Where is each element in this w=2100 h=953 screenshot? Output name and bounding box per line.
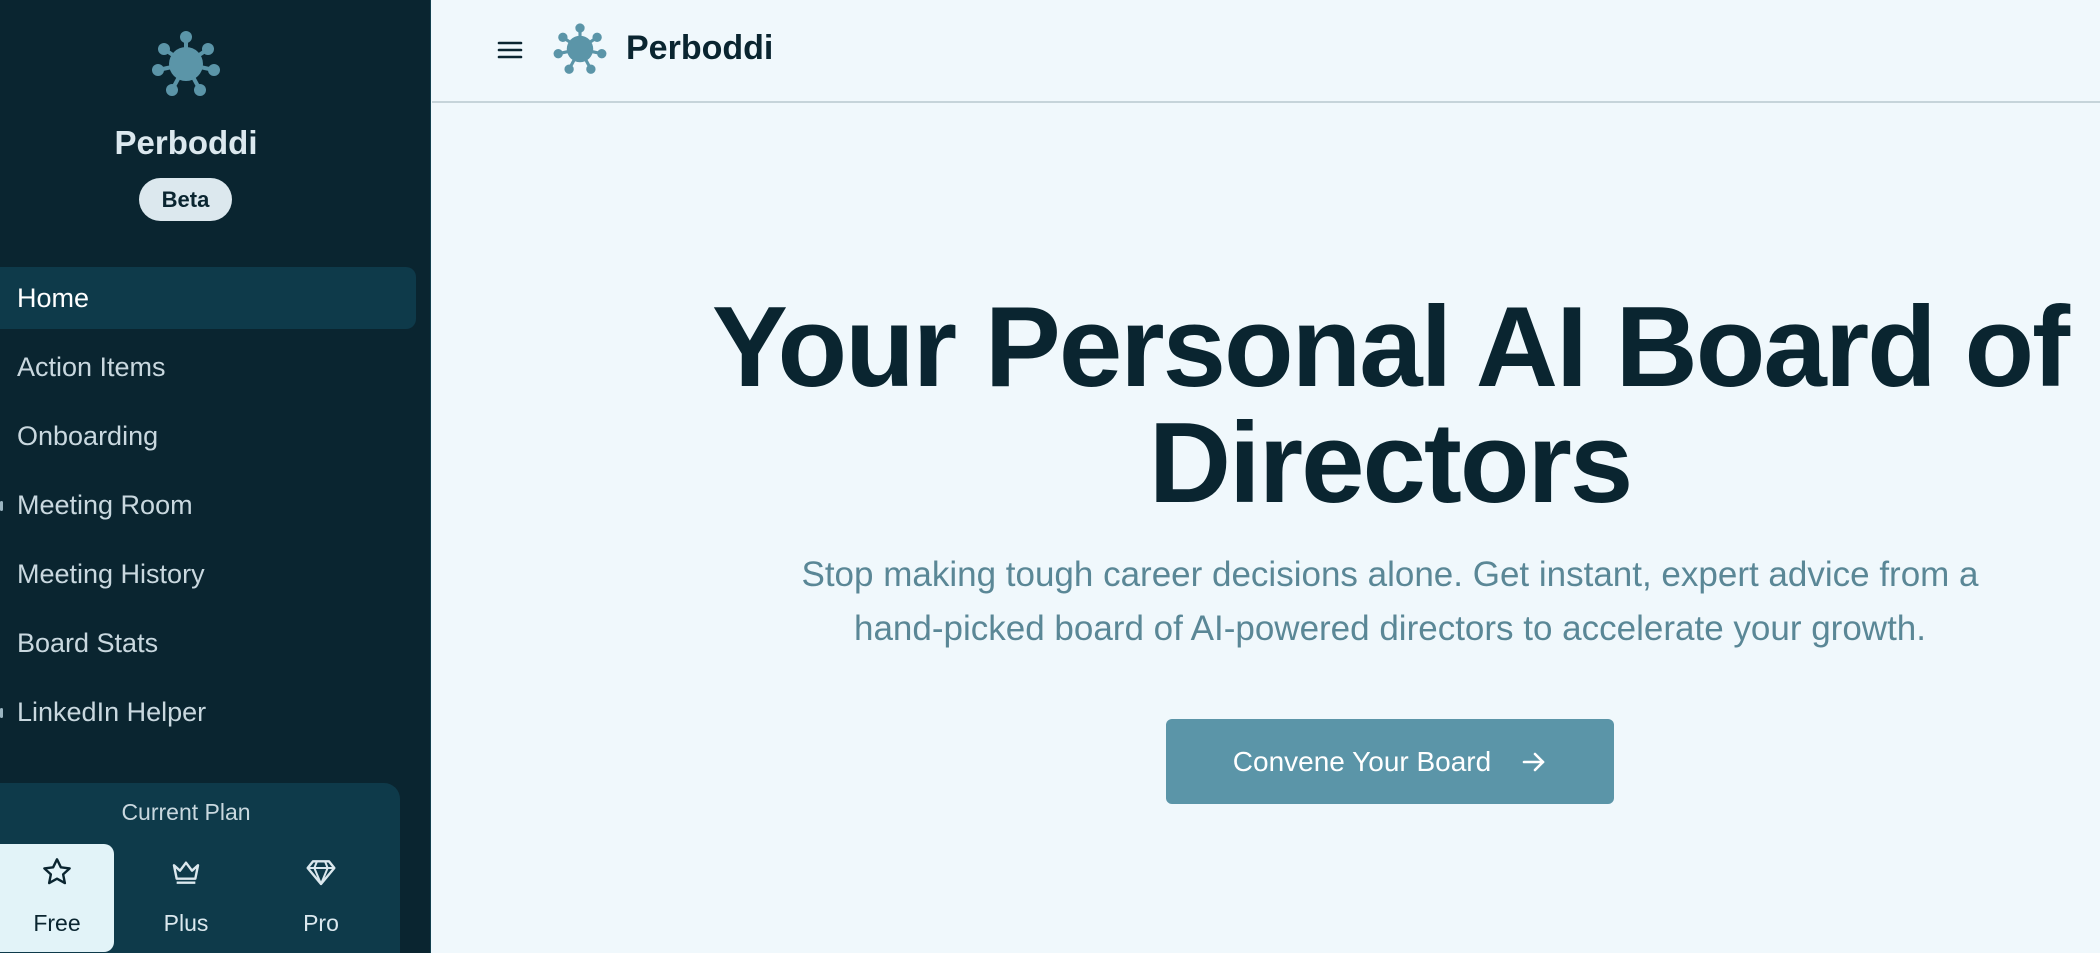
hero-subtitle: Stop making tough career decisions alone… — [740, 548, 2040, 656]
sidebar-item-onboarding[interactable]: Onboarding — [0, 405, 416, 467]
sidebar-item-label: Meeting Room — [17, 489, 193, 520]
sidebar-item-label: LinkedIn Helper — [17, 696, 207, 727]
hero-subtitle-line-1: Stop making tough career decisions alone… — [801, 555, 1979, 594]
sidebar-nav: Home Action Items Onboarding Meeting Roo… — [0, 267, 416, 750]
sidebar-item-meeting-history[interactable]: Meeting History — [0, 543, 416, 605]
hero-title-line-1: Your Personal AI Board of — [711, 284, 2070, 411]
hero-title-line-2: Directors — [1148, 400, 1634, 527]
convene-board-button[interactable]: Convene Your Board — [1166, 719, 1614, 804]
plan-option-label: Pro — [303, 910, 339, 936]
hamburger-menu-icon[interactable] — [492, 34, 528, 66]
sidebar-item-label: Action Items — [17, 351, 166, 382]
plan-option-label: Free — [33, 910, 81, 936]
beta-badge: Beta — [139, 178, 232, 221]
sidebar-item-home[interactable]: Home — [0, 267, 416, 329]
diamond-icon — [306, 860, 336, 886]
crown-icon — [172, 861, 200, 884]
sidebar-item-linkedin-helper[interactable]: LinkedIn Helper — [0, 681, 416, 743]
sidebar-item-action-items[interactable]: Action Items — [0, 336, 416, 398]
top-bar: Perboddi — [432, 0, 2100, 103]
brand-logo-icon — [152, 31, 220, 96]
sidebar-item-label: Home — [17, 282, 90, 313]
sidebar-brand-name: Perboddi — [114, 124, 258, 161]
sidebar-item-board-stats[interactable]: Board Stats — [0, 612, 416, 674]
plan-option-pro[interactable]: Pro — [264, 844, 378, 952]
brand-logo-icon — [553, 23, 607, 74]
convene-board-button-label: Convene Your Board — [1232, 745, 1492, 777]
sidebar-item-label: Board Stats — [17, 627, 159, 658]
current-plan-panel: Current Plan Free Plus Pro — [0, 783, 400, 953]
nav-edge-marker — [0, 501, 3, 511]
sidebar-item-meeting-room[interactable]: Meeting Room — [0, 474, 416, 536]
current-plan-title: Current Plan — [121, 799, 251, 825]
arrow-right-icon — [1522, 752, 1545, 771]
sidebar-item-label: Meeting History — [17, 558, 205, 589]
plan-option-label: Plus — [163, 910, 209, 936]
topbar-app-title: Perboddi — [626, 29, 774, 67]
plan-option-plus[interactable]: Plus — [129, 844, 243, 952]
star-icon — [43, 858, 71, 885]
hero-subtitle-line-2: hand-picked board of AI-powered director… — [854, 609, 1926, 648]
sidebar: Perboddi Beta Home Action Items Onboardi… — [0, 0, 431, 953]
plan-option-free[interactable]: Free — [0, 844, 114, 952]
sidebar-item-label: Onboarding — [17, 420, 159, 451]
hero-title: Your Personal AI Board of Directors — [640, 290, 2100, 522]
nav-edge-marker — [0, 708, 3, 718]
